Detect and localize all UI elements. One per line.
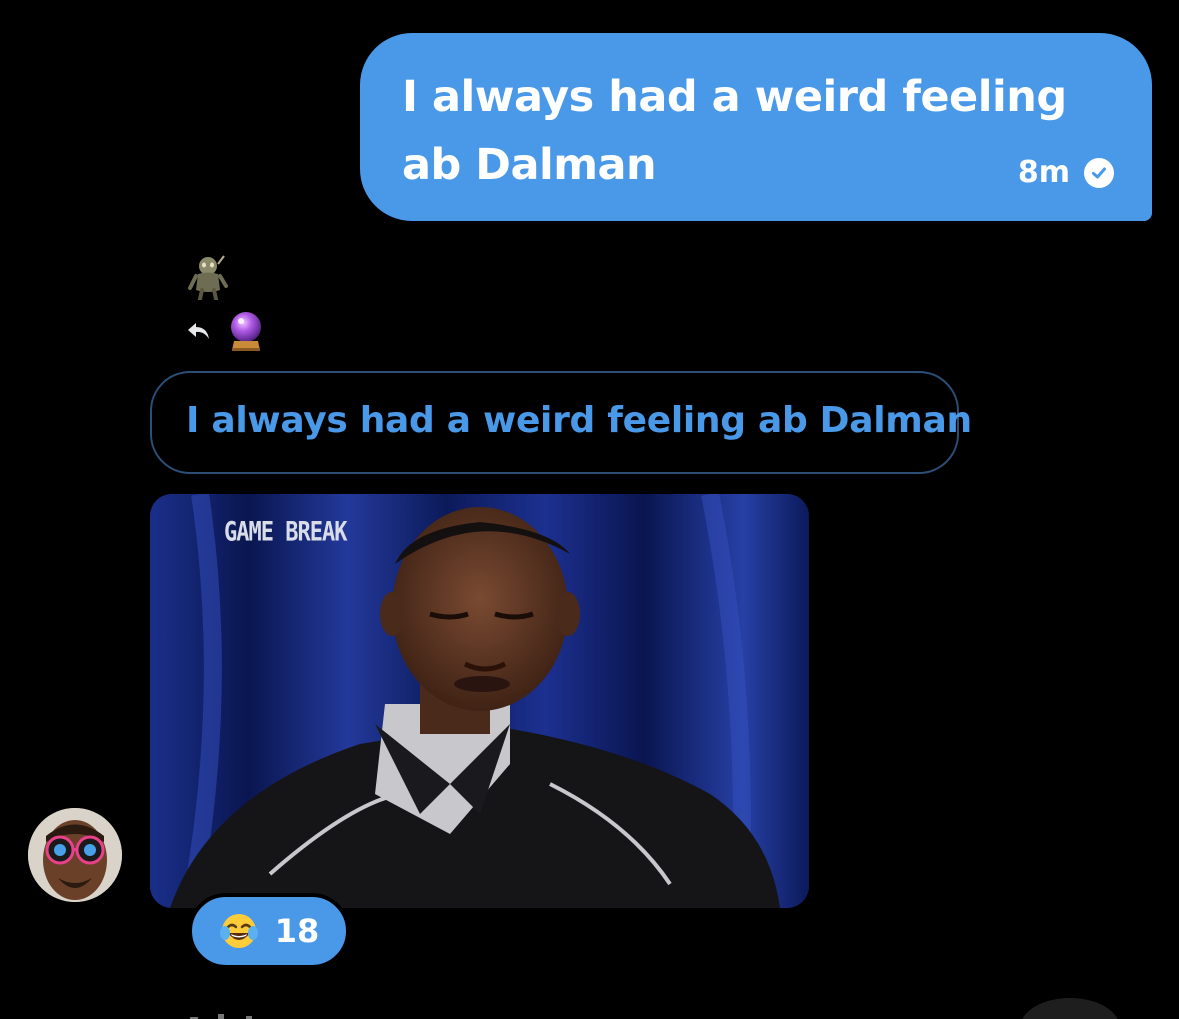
gif-caption: GAME BREAK (224, 517, 347, 548)
reaction-count: 18 (274, 912, 320, 950)
quoted-message-bubble[interactable]: I always had a weird feeling ab Dalman (150, 371, 972, 474)
reaction-pill[interactable]: 18 (188, 893, 350, 969)
message-timestamp: 8m (1017, 155, 1070, 190)
next-message-partial (190, 1008, 260, 1019)
outgoing-message-bubble[interactable]: I always had a weird feeling ab Dalman 8… (360, 33, 1152, 221)
gif-media[interactable]: GAME BREAK (150, 494, 809, 908)
crystal-ball-icon (226, 310, 266, 352)
avatar-icon[interactable] (28, 808, 122, 902)
outgoing-message-text: I always had a weird feeling ab Dalman (402, 72, 1067, 190)
creature-sticker-icon (188, 254, 228, 301)
tears-of-joy-icon (219, 911, 259, 951)
gif-image (150, 494, 809, 908)
reply-arrow-icon (186, 320, 212, 342)
quoted-message-text: I always had a weird feeling ab Dalman (186, 400, 972, 441)
reply-indicator (186, 310, 266, 352)
message-meta: 8m (1018, 155, 1114, 190)
dm-conversation: I always had a weird feeling ab Dalman 8… (0, 0, 1179, 1019)
scroll-down-button[interactable] (1020, 998, 1120, 1019)
check-circle-icon (1084, 157, 1114, 188)
